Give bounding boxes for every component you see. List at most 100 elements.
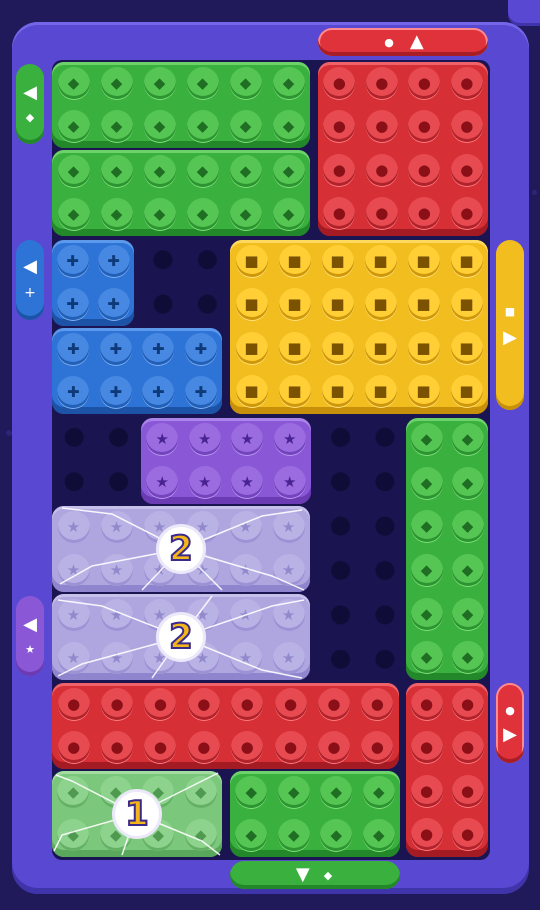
stud: ◆ (143, 66, 176, 99)
exit-right-red[interactable]: ● ▶ (496, 683, 524, 763)
stud: ■ (364, 375, 397, 408)
stud: ◆ (229, 66, 262, 99)
stud: ● (410, 774, 443, 807)
stud: ★ (100, 510, 133, 543)
stud: ◆ (57, 818, 90, 851)
exit-bottom-green[interactable]: ▼ ◆ (230, 861, 400, 889)
stud: ✚ (57, 332, 90, 365)
stud: ■ (407, 244, 440, 277)
stud: ■ (235, 375, 268, 408)
stud: ★ (229, 598, 262, 631)
exit-top-red[interactable]: ● ▲ (318, 28, 488, 56)
stud: ■ (364, 288, 397, 321)
stud: ★ (57, 641, 90, 674)
stud: ■ (235, 244, 268, 277)
background-dot (532, 190, 537, 195)
stud: ● (101, 687, 134, 720)
stud: ■ (235, 331, 268, 364)
stud: ◆ (410, 597, 443, 630)
arrow-right-icon: ▶ (503, 723, 517, 745)
blue-block[interactable]: ✚ ✚ ✚ ✚ (52, 240, 134, 326)
green-block[interactable]: ◆ ◆ ◆ ◆ ◆ ◆ ◆ ◆ ◆ ◆ ◆ ◆ (52, 150, 310, 236)
stud: ◆ (277, 775, 310, 808)
stud: ◆ (410, 422, 443, 455)
stud: ● (365, 110, 398, 143)
stud: ● (450, 66, 483, 99)
purple-block[interactable]: ★ ★ ★ ★ ★ ★ ★ ★ (141, 418, 311, 504)
plus-symbol-icon: + (24, 285, 36, 301)
stud: ■ (407, 331, 440, 364)
arrow-right-icon: ▶ (503, 326, 517, 348)
stud: ✚ (97, 287, 130, 320)
arrow-left-icon: ◀ (23, 613, 37, 635)
stud: ● (361, 730, 394, 763)
red-block[interactable]: ● ● ● ● ● ● ● ● ● ● ● ● ● ● ● ● (318, 62, 488, 236)
red-block[interactable]: ● ● ● ● ● ● ● ● ● ● ● ● ● ● ● ● (52, 683, 399, 769)
blue-block[interactable]: ✚ ✚ ✚ ✚ ✚ ✚ ✚ ✚ (52, 328, 222, 414)
arrow-left-icon: ◀ (23, 81, 37, 103)
stud: ● (450, 197, 483, 230)
circle-symbol-icon: ● (384, 35, 394, 49)
stud: ★ (231, 422, 264, 455)
corner-menu-button[interactable] (508, 0, 540, 26)
stud: ● (57, 730, 90, 763)
stud: ■ (450, 244, 483, 277)
stud: ■ (450, 375, 483, 408)
stud: ● (323, 110, 356, 143)
yellow-block[interactable]: ■ ■ ■ ■ ■ ■ ■ ■ ■ ■ ■ ■ ■ ■ ■ ■ ■ ■ ■ ■ ■ ■ ■ ■ (230, 240, 488, 414)
stud: ● (323, 197, 356, 230)
stud: ● (451, 818, 484, 851)
stud: ★ (146, 465, 179, 498)
stud: ✚ (184, 332, 217, 365)
stud: ◆ (272, 154, 305, 187)
stud: ■ (407, 375, 440, 408)
exit-left-green[interactable]: ◀ ◆ (16, 64, 44, 144)
arrow-up-icon: ▲ (409, 31, 424, 52)
stud: ✚ (142, 375, 175, 408)
stud: ● (57, 687, 90, 720)
stud: ★ (272, 553, 305, 586)
stud: ◆ (229, 109, 262, 142)
stud: ◆ (320, 818, 353, 851)
stud: ✚ (99, 332, 132, 365)
stud: ✚ (99, 375, 132, 408)
stud: ■ (278, 244, 311, 277)
exit-right-yellow[interactable]: ■ ▶ (496, 240, 524, 410)
stud: ◆ (410, 641, 443, 674)
stud: ● (408, 197, 441, 230)
diamond-symbol-icon: ◆ (323, 868, 333, 882)
stud: ● (144, 687, 177, 720)
stud: ● (187, 687, 220, 720)
stud: ★ (146, 422, 179, 455)
exit-left-purple[interactable]: ◀ ★ (16, 596, 44, 676)
stud: ◆ (272, 197, 305, 230)
stud: ● (101, 730, 134, 763)
stud: ✚ (184, 375, 217, 408)
stud: ✚ (56, 287, 89, 320)
stud: ■ (235, 288, 268, 321)
stud: ◆ (57, 154, 90, 187)
stud: ◆ (57, 197, 90, 230)
stud: ● (408, 110, 441, 143)
stud: ★ (100, 553, 133, 586)
stud: ■ (450, 288, 483, 321)
stud: ◆ (451, 597, 484, 630)
green-block[interactable]: ◆ ◆ ◆ ◆ ◆ ◆ ◆ ◆ ◆ ◆ ◆ ◆ (52, 62, 310, 148)
green-block[interactable]: ◆ ◆ ◆ ◆ ◆ ◆ ◆ ◆ (230, 771, 400, 857)
stud: ● (451, 774, 484, 807)
stud: ■ (278, 288, 311, 321)
stud: ★ (100, 598, 133, 631)
stud: ◆ (451, 553, 484, 586)
green-block[interactable]: ◆ ◆ ◆ ◆ ◆ ◆ ◆ ◆ ◆ ◆ ◆ ◆ (406, 418, 488, 680)
stud: ● (450, 153, 483, 186)
stud: ◆ (272, 66, 305, 99)
stud: ★ (273, 422, 306, 455)
stud: ✚ (142, 332, 175, 365)
lock-counter-badge: 2 (156, 612, 206, 662)
stud: ■ (364, 244, 397, 277)
stud: ◆ (410, 510, 443, 543)
stud: ◆ (184, 818, 217, 851)
star-symbol-icon: ★ (25, 642, 35, 656)
red-block[interactable]: ● ● ● ● ● ● ● ● (406, 683, 488, 857)
exit-left-blue[interactable]: ◀ + (16, 240, 44, 320)
